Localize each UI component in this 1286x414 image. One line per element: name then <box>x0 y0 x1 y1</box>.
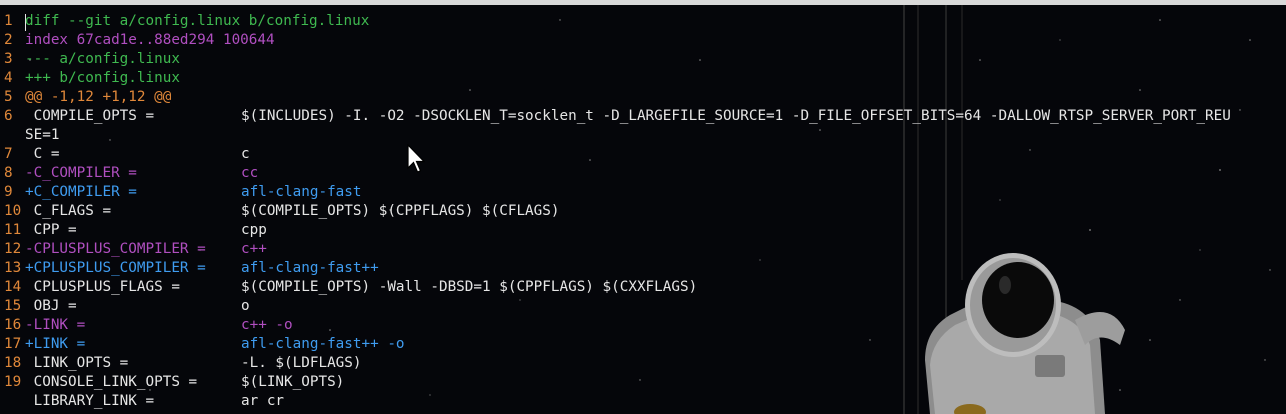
line-text: @@ -1,12 +1,12 @@ <box>25 89 172 105</box>
line-value: c++ -o <box>241 317 293 333</box>
line-number: 19 <box>4 374 22 390</box>
line-number: 15 <box>4 298 22 314</box>
diff-line: 12 -CPLUSPLUS_COMPILER = c++ <box>0 240 1286 259</box>
diff-line: 16 -LINK = c++ -o <box>0 316 1286 335</box>
line-number: 9 <box>4 184 13 200</box>
line-number: 11 <box>4 222 22 238</box>
line-value: -L. $(LDFLAGS) <box>241 355 362 371</box>
line-text: diff --git a/config.linux b/config.linux <box>25 13 370 29</box>
line-value: ar cr <box>241 393 285 409</box>
line-text: +CPLUSPLUS_COMPILER = <box>25 260 206 276</box>
line-text: C = <box>25 146 60 162</box>
line-number: 12 <box>4 241 22 257</box>
line-text: LINK_OPTS = <box>25 355 129 371</box>
line-value: c++ <box>241 241 267 257</box>
diff-line: 6 COMPILE_OPTS = $(INCLUDES) -I. -O2 -DSO… <box>0 107 1286 145</box>
diff-line: 10 C_FLAGS = $(COMPILE_OPTS) $(CPPFLAGS) … <box>0 202 1286 221</box>
diff-line: 17 +LINK = afl-clang-fast++ -o <box>0 335 1286 354</box>
line-text: -CPLUSPLUS_COMPILER = <box>25 241 206 257</box>
line-text: C_FLAGS = <box>25 203 112 219</box>
line-number: 17 <box>4 336 22 352</box>
line-value: $(COMPILE_OPTS) -Wall -DBSD=1 $(CPPFLAGS… <box>241 279 698 295</box>
line-value: cpp <box>241 222 267 238</box>
line-text: COMPILE_OPTS = <box>25 108 155 124</box>
diff-line: 8 -C_COMPILER = cc <box>0 164 1286 183</box>
line-text: +C_COMPILER = <box>25 184 137 200</box>
mouse-pointer-icon <box>407 144 426 173</box>
line-value: $(COMPILE_OPTS) $(CPPFLAGS) $(CFLAGS) <box>241 203 560 219</box>
line-text: index 67cad1e..88ed294 100644 <box>25 32 275 48</box>
line-text: CPLUSPLUS_FLAGS = <box>25 279 180 295</box>
line-number: 2 <box>4 32 13 48</box>
diff-line: 18 LINK_OPTS = -L. $(LDFLAGS) <box>0 354 1286 373</box>
diff-line: 7 C = c <box>0 145 1286 164</box>
diff-line: 4 +++ b/config.linux <box>0 69 1286 88</box>
diff-line: 2 index 67cad1e..88ed294 100644 <box>0 31 1286 50</box>
line-value: afl-clang-fast++ -o <box>241 336 405 352</box>
scrollbar-track[interactable] <box>0 0 1286 5</box>
line-number: 18 <box>4 355 22 371</box>
line-value: afl-clang-fast <box>241 184 362 200</box>
diff-line: 5 @@ -1,12 +1,12 @@ <box>0 88 1286 107</box>
diff-line: 14 CPLUSPLUS_FLAGS = $(COMPILE_OPTS) -Wal… <box>0 278 1286 297</box>
diff-line: 15 OBJ = o <box>0 297 1286 316</box>
line-text: -C_COMPILER = <box>25 165 137 181</box>
line-wrap-text: SE=1 <box>25 127 60 143</box>
diff-line: 13 +CPLUSPLUS_COMPILER = afl-clang-fast++ <box>0 259 1286 278</box>
line-number: 4 <box>4 70 13 86</box>
line-value: cc <box>241 165 259 181</box>
line-text: -LINK = <box>25 317 86 333</box>
diff-line: 19 CONSOLE_LINK_OPTS = $(LINK_OPTS) <box>0 373 1286 392</box>
line-number: 8 <box>4 165 13 181</box>
line-value: $(INCLUDES) -I. -O2 -DSOCKLEN_T=socklen_… <box>241 108 1231 124</box>
diff-view[interactable]: 1 diff --git a/config.linux b/config.linu… <box>0 12 1286 411</box>
line-number: 16 <box>4 317 22 333</box>
line-value: o <box>241 298 250 314</box>
line-number: 5 <box>4 89 13 105</box>
line-number: 10 <box>4 203 22 219</box>
line-text: CONSOLE_LINK_OPTS = <box>25 374 198 390</box>
line-text: OBJ = <box>25 298 77 314</box>
line-number: 14 <box>4 279 22 295</box>
line-text: +++ b/config.linux <box>25 70 180 86</box>
scrollbar-thumb[interactable] <box>0 0 1286 5</box>
line-number: 3 <box>4 51 13 67</box>
line-value: $(LINK_OPTS) <box>241 374 345 390</box>
line-text: CPP = <box>25 222 77 238</box>
diff-line: 1 diff --git a/config.linux b/config.linu… <box>0 12 1286 31</box>
line-number: 7 <box>4 146 13 162</box>
diff-line: 11 CPP = cpp <box>0 221 1286 240</box>
line-text: LIBRARY_LINK = <box>25 393 155 409</box>
diff-line: 9 +C_COMPILER = afl-clang-fast <box>0 183 1286 202</box>
line-number: 13 <box>4 260 22 276</box>
diff-line: LIBRARY_LINK = ar cr <box>0 392 1286 411</box>
terminal-window[interactable]: 1 diff --git a/config.linux b/config.linu… <box>0 0 1286 414</box>
line-number: 1 <box>4 13 13 29</box>
line-value: afl-clang-fast++ <box>241 260 379 276</box>
line-number: 6 <box>4 108 13 124</box>
line-value: c <box>241 146 250 162</box>
line-text: --- a/config.linux <box>25 51 180 67</box>
line-text: +LINK = <box>25 336 86 352</box>
diff-line: 3 --- a/config.linux <box>0 50 1286 69</box>
